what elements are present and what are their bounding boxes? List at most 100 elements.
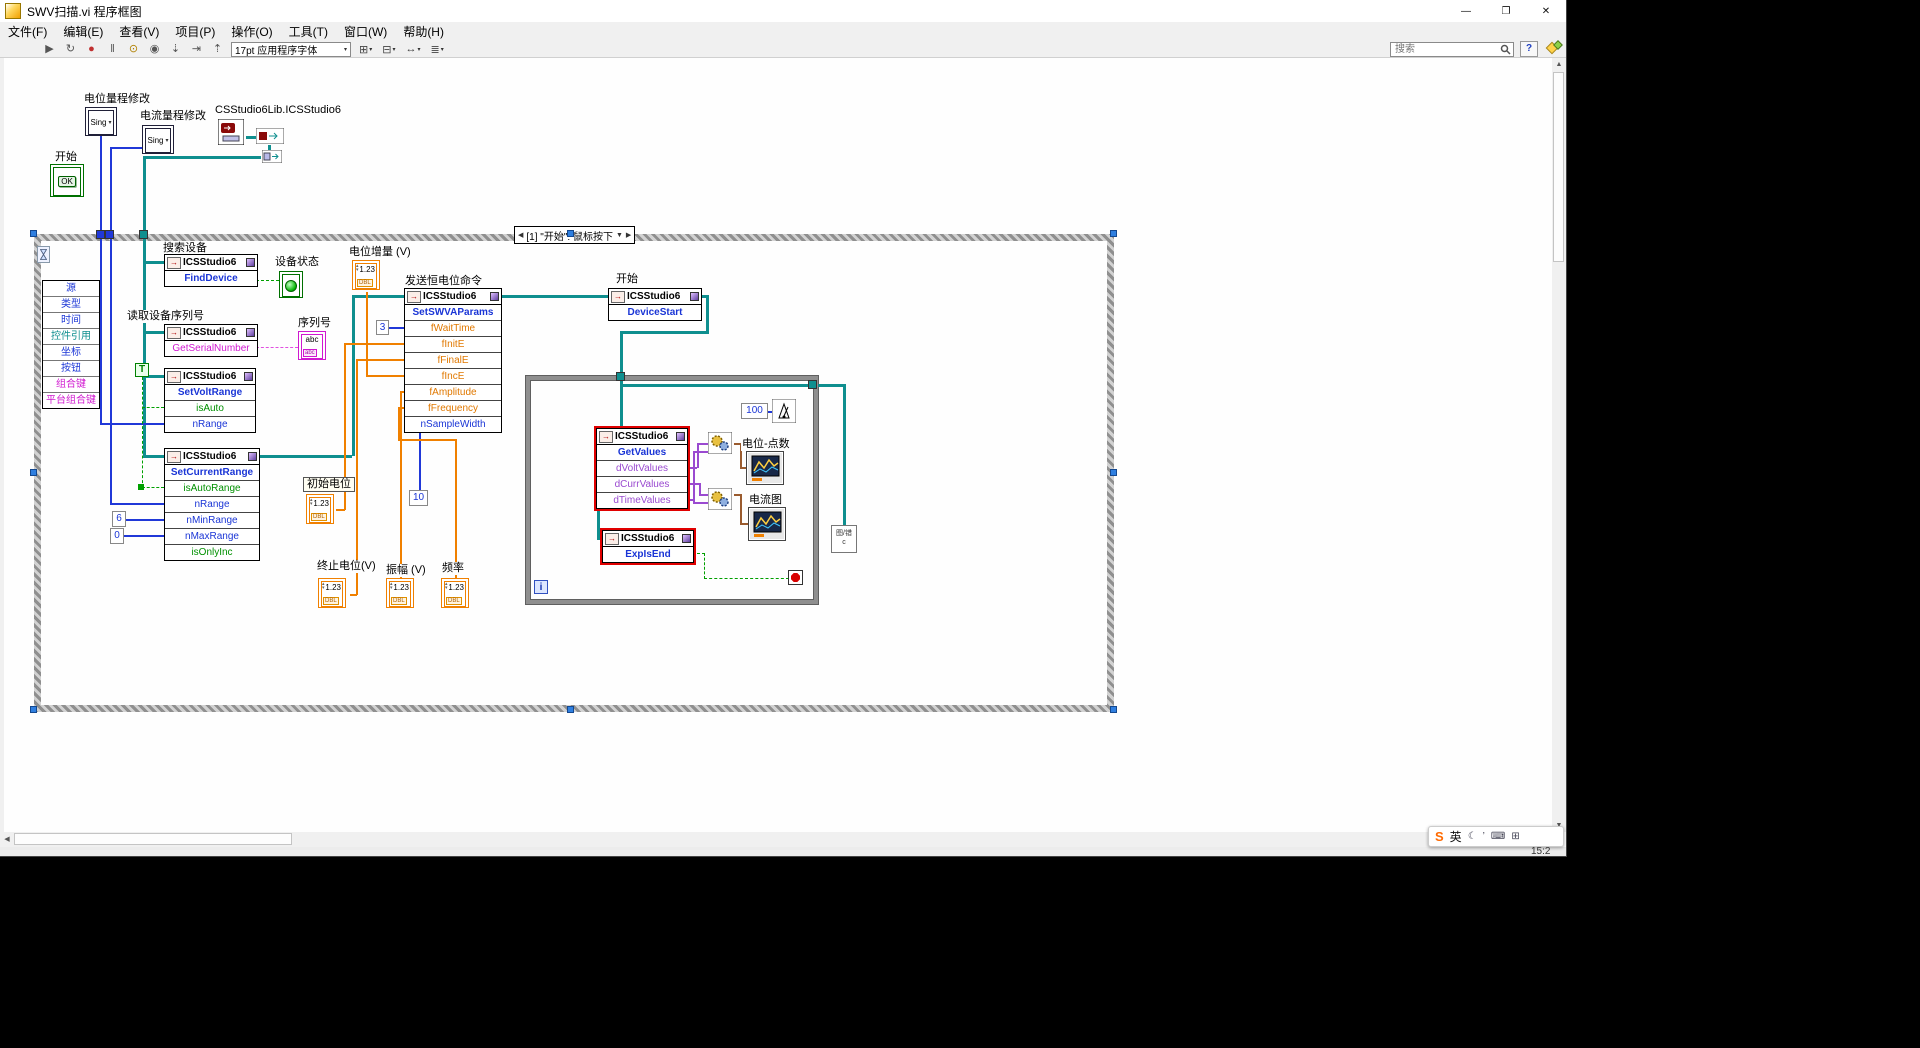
wire[interactable] [597, 508, 600, 539]
wire[interactable] [740, 494, 742, 525]
invoke-node-row[interactable]: FindDevice [165, 271, 257, 286]
wire[interactable] [818, 384, 844, 387]
wire[interactable] [100, 136, 102, 425]
event-case-selector[interactable]: ◀ [1] "开始": 鼠标按下 ▼ ▶ [514, 226, 635, 244]
invoke-node-exp-is-end[interactable]: →ICSStudio6ExpIsEnd [602, 530, 694, 563]
invoke-node-row[interactable]: isAuto [165, 401, 255, 417]
menu-tools[interactable]: 工具(T) [281, 22, 336, 41]
numeric-terminal-0[interactable]: ▴▾1.23DBL [352, 260, 380, 290]
horizontal-scroll-thumb[interactable] [14, 833, 292, 845]
ime-menu-icon[interactable]: ⊞ [1511, 831, 1519, 842]
case-dropdown-icon[interactable]: ▼ [616, 232, 623, 239]
wire[interactable] [356, 359, 404, 361]
selection-handle[interactable] [567, 706, 574, 713]
wire[interactable] [697, 443, 699, 468]
invoke-node-row[interactable]: nRange [165, 417, 255, 432]
highlight-execution-icon[interactable]: ⊙ [126, 42, 141, 57]
selection-handle[interactable] [1110, 706, 1117, 713]
wire[interactable] [110, 147, 142, 149]
ime-language-toggle[interactable]: 英 [1450, 828, 1462, 845]
invoke-node-row[interactable]: GetSerialNumber [165, 341, 257, 356]
wire[interactable] [142, 487, 164, 488]
wire[interactable] [500, 295, 608, 298]
close-button[interactable]: ✕ [1526, 0, 1566, 22]
invoke-node-set-volt[interactable]: →ICSStudio6SetVoltRangeisAutonRange [164, 368, 256, 433]
menu-operate[interactable]: 操作(O) [223, 22, 280, 41]
step-into-icon[interactable]: ⇣ [168, 42, 183, 57]
invoke-node-row[interactable]: fFinalE [405, 353, 501, 369]
wire[interactable] [400, 391, 402, 579]
wire[interactable] [110, 503, 164, 505]
wire[interactable] [620, 384, 810, 387]
invoke-node-device-start[interactable]: →ICSStudio6DeviceStart [608, 288, 702, 321]
event-data-item[interactable]: 类型 [43, 297, 99, 313]
horizontal-scrollbar[interactable]: ◀ ▶ [0, 832, 1552, 847]
wire[interactable] [704, 553, 705, 579]
event-data-node[interactable]: 源类型时间控件引用坐标按钮组合键平台组合键 [42, 280, 100, 409]
wire[interactable] [693, 451, 695, 504]
cast-to-class-icon[interactable] [256, 128, 284, 144]
start-ok-button-terminal[interactable]: OK [50, 164, 84, 197]
invoke-node-row[interactable]: dTimeValues [597, 493, 687, 508]
next-case-icon[interactable]: ▶ [626, 231, 631, 239]
selection-handle[interactable] [567, 230, 574, 237]
device-status-led-terminal[interactable] [279, 271, 303, 298]
numeric-terminal-4[interactable]: ▴▾1.23DBL [441, 578, 469, 608]
invoke-node-row[interactable]: nSampleWidth [405, 417, 501, 432]
numeric-terminal-2[interactable]: ▴▾1.23DBL [318, 578, 346, 608]
wire[interactable] [419, 423, 421, 491]
menu-project[interactable]: 项目(P) [167, 22, 223, 41]
abort-button-icon[interactable]: ● [84, 42, 99, 57]
increment-arrows-icon[interactable]: ▴▾ [356, 264, 359, 272]
increment-arrows-icon[interactable]: ▴▾ [310, 498, 313, 506]
wire[interactable] [258, 455, 352, 458]
wire[interactable] [142, 377, 143, 488]
invoke-node-row[interactable]: fIncE [405, 369, 501, 385]
step-out-icon[interactable]: ⇡ [210, 42, 225, 57]
vertical-scroll-thumb[interactable] [1553, 72, 1564, 262]
wait-ms-node[interactable] [772, 399, 796, 423]
invoke-node-row[interactable]: SetVoltRange [165, 385, 255, 401]
reorder-button[interactable]: ≣▾ [428, 43, 445, 56]
invoke-node-row[interactable]: nRange [165, 497, 259, 513]
wire[interactable] [620, 331, 708, 334]
wire[interactable] [256, 347, 298, 348]
numeric-terminal-3[interactable]: ▴▾1.23DBL [386, 578, 414, 608]
wire[interactable] [142, 407, 164, 408]
invoke-node-row[interactable]: nMaxRange [165, 529, 259, 545]
menu-help[interactable]: 帮助(H) [395, 22, 452, 41]
punctuation-icon[interactable]: ’ [1483, 831, 1485, 842]
wire-tunnel[interactable] [808, 380, 817, 389]
invoke-node-row[interactable]: fAmplitude [405, 385, 501, 401]
event-data-item[interactable]: 组合键 [43, 377, 99, 393]
bundle-node-2[interactable] [708, 488, 732, 510]
selection-handle[interactable] [1110, 230, 1117, 237]
event-timeout-icon[interactable] [37, 246, 50, 263]
invoke-node-get-values[interactable]: →ICSStudio6GetValuesdVoltValuesdCurrValu… [596, 428, 688, 509]
menu-view[interactable]: 查看(V) [111, 22, 167, 41]
numeric-constant-c10[interactable]: 10 [409, 490, 428, 506]
wire[interactable] [366, 375, 404, 377]
wire[interactable] [693, 451, 708, 453]
numeric-constant-c0[interactable]: 0 [110, 528, 124, 544]
wire[interactable] [699, 494, 708, 496]
menu-edit[interactable]: 编辑(E) [55, 22, 111, 41]
wire[interactable] [143, 261, 164, 264]
wire[interactable] [704, 578, 789, 579]
event-data-item[interactable]: 控件引用 [43, 329, 99, 345]
event-data-item[interactable]: 坐标 [43, 345, 99, 361]
wire[interactable] [693, 502, 708, 504]
minimize-button[interactable]: — [1446, 0, 1486, 22]
scroll-left-icon[interactable]: ◀ [0, 832, 14, 847]
selection-handle[interactable] [1110, 469, 1117, 476]
invoke-node-set-cur[interactable]: →ICSStudio6SetCurrentRangeisAutoRangenRa… [164, 448, 260, 561]
bundle-node-1[interactable] [708, 432, 732, 454]
search-input[interactable] [1393, 43, 1500, 56]
menu-file[interactable]: 文件(F) [0, 22, 55, 41]
invoke-node-row[interactable]: isAutoRange [165, 481, 259, 497]
increment-arrows-icon[interactable]: ▴▾ [322, 582, 325, 590]
wire[interactable] [344, 343, 404, 345]
wire[interactable] [246, 136, 256, 139]
run-button-icon[interactable]: ▶ [42, 42, 57, 57]
invoke-node-get-serial[interactable]: →ICSStudio6GetSerialNumber [164, 324, 258, 357]
